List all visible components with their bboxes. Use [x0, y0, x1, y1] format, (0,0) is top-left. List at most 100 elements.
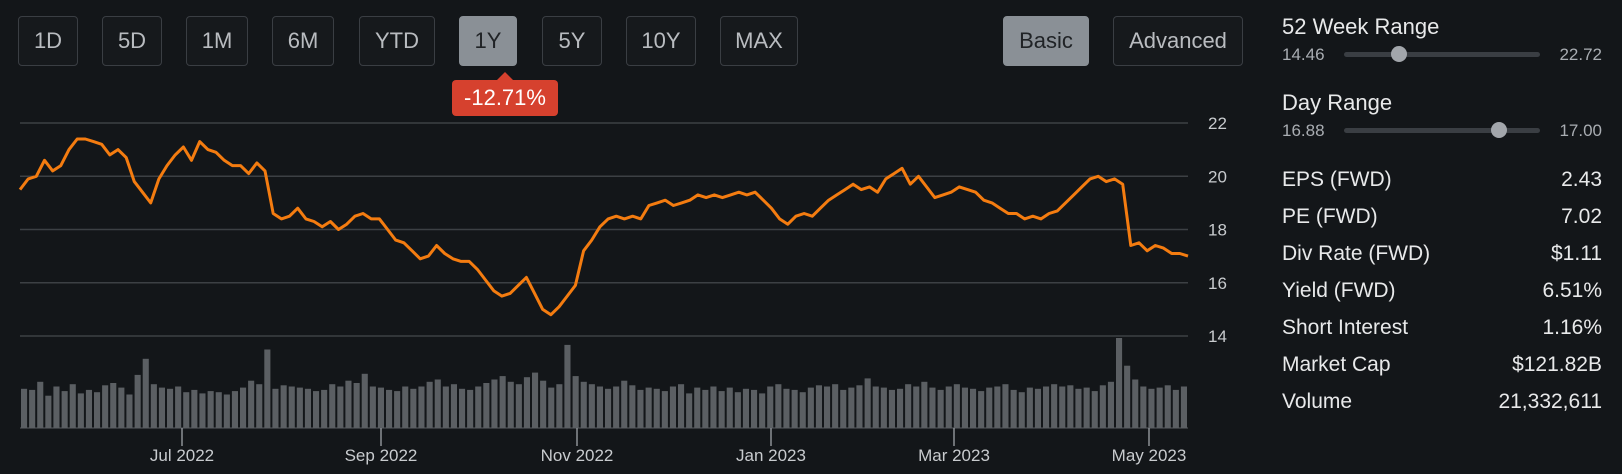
volume-bar [94, 392, 101, 428]
volume-bar [1010, 389, 1017, 428]
volume-bar [840, 389, 847, 428]
volume-bar [337, 386, 344, 428]
volume-bar [953, 384, 960, 428]
volume-bar [751, 389, 758, 428]
volume-bar [191, 389, 198, 428]
y-tick-label: 16 [1208, 274, 1227, 293]
x-tick-label: Jan 2023 [736, 446, 806, 465]
volume-bar [564, 344, 571, 428]
volume-bar [329, 384, 336, 428]
stat-short-interest: Short Interest 1.16% [1282, 316, 1602, 346]
volume-bar [970, 388, 977, 428]
volume-bar [556, 384, 563, 428]
volume-bar [523, 377, 530, 428]
stat-value: $1.11 [1551, 242, 1602, 265]
volume-bar [1002, 384, 1009, 428]
stat-label: Yield (FWD) [1282, 279, 1396, 302]
stat-value: 21,332,611 [1498, 390, 1602, 413]
volume-bar [264, 349, 271, 428]
stat-value: $121.82B [1512, 353, 1602, 376]
volume-bar [21, 388, 28, 428]
volume-bar [240, 387, 247, 428]
volume-bar [1091, 391, 1098, 428]
volume-bar [29, 389, 36, 428]
volume-bar [1043, 386, 1050, 428]
stat-market-cap: Market Cap $121.82B [1282, 353, 1602, 383]
volume-bar [1018, 392, 1025, 428]
volume-bar [1026, 387, 1033, 428]
stat-pe: PE (FWD) 7.02 [1282, 205, 1602, 235]
volume-bar [807, 387, 814, 428]
volume-bar [304, 388, 311, 428]
week52-low: 14.46 [1282, 45, 1325, 64]
volume-bar [832, 384, 839, 428]
volume-bar [791, 389, 798, 428]
volume-bar [37, 381, 44, 428]
volume-bar [718, 391, 725, 428]
x-tick-label: Nov 2022 [541, 446, 614, 465]
volume-bar [815, 385, 822, 428]
volume-bar [426, 381, 433, 428]
volume-bar [272, 388, 279, 428]
volume-bar [402, 386, 409, 428]
volume-bar [442, 386, 449, 428]
price-chart: 14 16 18 20 22 Jul 2022 Sep 2022 Nov 2022 Jan 20… [18, 114, 1227, 465]
volume-bar [199, 393, 206, 428]
volume-bar [710, 386, 717, 428]
volume-bar [150, 384, 157, 428]
stat-label: EPS (FWD) [1282, 168, 1392, 191]
volume-bar [1164, 385, 1171, 428]
volume-bar [1132, 379, 1139, 428]
volume-bar [410, 388, 417, 428]
volume-bar [1067, 385, 1074, 428]
volume-bar [223, 394, 230, 428]
stat-label: Volume [1282, 390, 1353, 413]
volume-bar [653, 388, 660, 428]
volume-bar [459, 388, 466, 428]
y-tick-label: 22 [1208, 114, 1227, 133]
volume-bar [742, 388, 749, 428]
volume-bar [369, 386, 376, 428]
y-tick-label: 14 [1208, 327, 1227, 346]
volume-bar [85, 389, 92, 428]
volume-bar [872, 386, 879, 428]
day-low: 16.88 [1282, 121, 1325, 140]
volume-bar [45, 395, 52, 428]
volume-bar [767, 386, 774, 428]
volume-bar [231, 391, 238, 428]
week52-range-track [1344, 46, 1540, 62]
volume-bar [759, 393, 766, 428]
volume-bar [1059, 386, 1066, 428]
volume-bar [321, 389, 328, 428]
volume-bar [856, 385, 863, 428]
volume-bar [580, 381, 587, 428]
stat-div-rate: Div Rate (FWD) $1.11 [1282, 242, 1602, 272]
volume-bar [1156, 387, 1163, 428]
volume-bar [142, 358, 149, 428]
volume-bar [540, 380, 547, 428]
week52-high: 22.72 [1559, 45, 1602, 64]
volume-bar [678, 384, 685, 428]
volume-bar [134, 374, 141, 428]
stat-yield: Yield (FWD) 6.51% [1282, 279, 1602, 309]
x-tick-label: Mar 2023 [918, 446, 990, 465]
week52-range-marker [1390, 46, 1407, 62]
volume-bar [1075, 388, 1082, 428]
volume-bar [183, 392, 190, 428]
volume-bar [1140, 386, 1147, 428]
volume-bar [118, 387, 125, 428]
volume-bar [475, 386, 482, 428]
volume-bar [864, 378, 871, 428]
volume-bar [532, 372, 539, 428]
volume-bar [978, 391, 985, 428]
stat-label: Market Cap [1282, 353, 1391, 376]
volume-bar [507, 381, 514, 428]
y-tick-label: 20 [1208, 167, 1227, 186]
volume-bar [588, 384, 595, 428]
volume-bar [1116, 338, 1123, 428]
x-tick-label: May 2023 [1112, 446, 1187, 465]
volume-bar [994, 386, 1001, 428]
volume-bar [110, 383, 117, 428]
stat-value: 7.02 [1561, 205, 1602, 228]
volume-bar [605, 388, 612, 428]
